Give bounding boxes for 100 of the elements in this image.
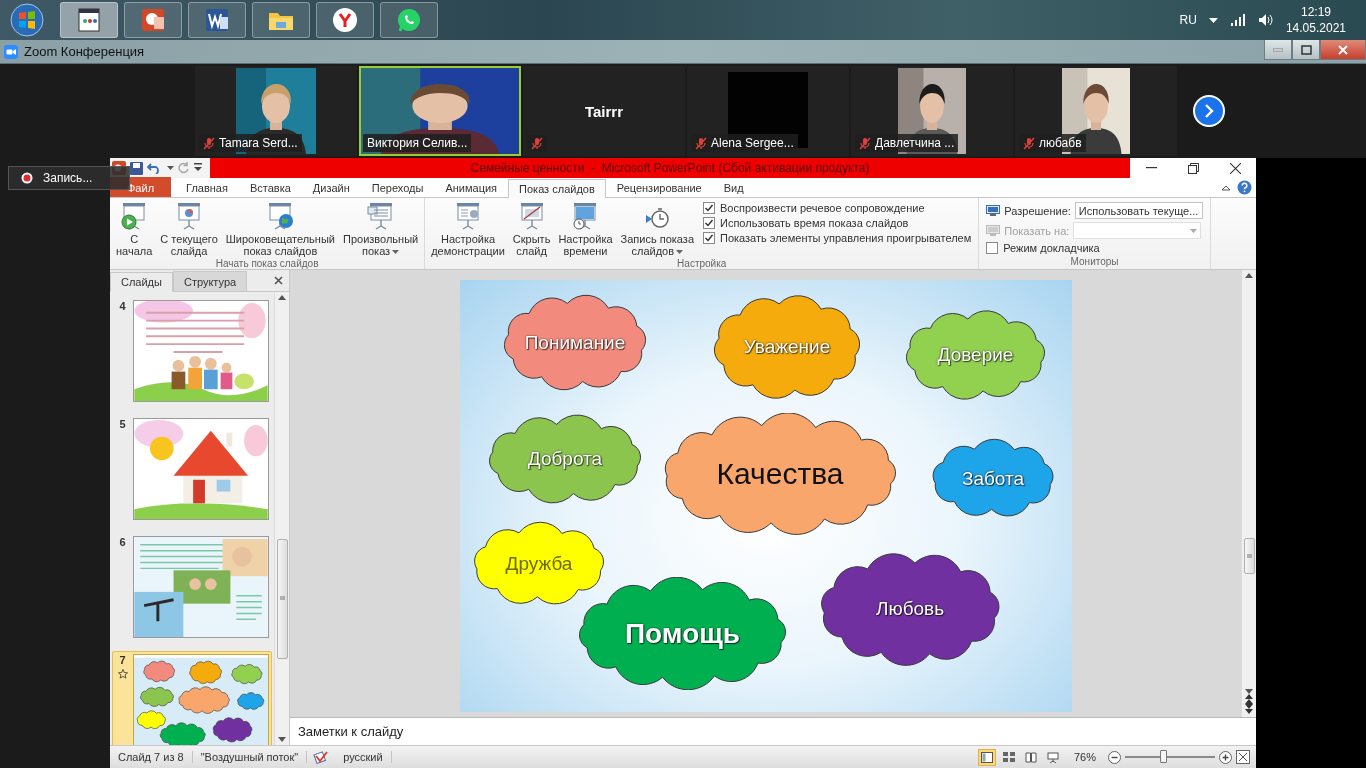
clock-date: 14.05.2021 xyxy=(1285,21,1346,35)
next-slide-icon[interactable] xyxy=(1245,704,1253,714)
caret-icon[interactable] xyxy=(1208,17,1218,23)
ribbon-tab[interactable]: Главная xyxy=(175,178,239,197)
ribbon-tab[interactable]: Анимация xyxy=(434,178,509,197)
view-button[interactable] xyxy=(977,748,996,766)
checkbox-label: Показать элементы управления проигрывателем xyxy=(720,232,972,244)
panel-tab[interactable]: Структура xyxy=(172,271,248,291)
maximize-icon xyxy=(1300,44,1312,55)
ribbon-button[interactable]: С начала xyxy=(113,200,156,258)
participant-name: Alena Sergee... xyxy=(711,136,794,150)
undo-icon[interactable] xyxy=(147,162,161,174)
clock-time: 12:19 xyxy=(1300,5,1331,19)
language-indicator[interactable]: RU xyxy=(1179,13,1197,27)
taskbar-button[interactable] xyxy=(316,2,374,38)
scrollbar-thumb[interactable] xyxy=(1243,538,1255,574)
scroll-up-icon[interactable] xyxy=(278,295,286,300)
signal-icon[interactable] xyxy=(1229,14,1246,26)
checkbox[interactable] xyxy=(986,242,999,254)
monitor-icon xyxy=(986,205,1001,216)
cloud-label: Доверие xyxy=(937,344,1014,366)
chat-app-icon xyxy=(396,7,422,33)
window-title: Семейные ценности - Microsoft PowerPoint (Сбой активации продукта) xyxy=(470,161,870,175)
window-title: Zoom Конференция xyxy=(24,44,145,59)
help-icon[interactable] xyxy=(1237,180,1252,195)
chevron-right-icon xyxy=(1203,104,1215,118)
video-camera-icon xyxy=(4,44,18,59)
scroll-up-icon[interactable] xyxy=(1245,273,1253,278)
muted-microphone-icon xyxy=(531,137,543,150)
participant-tile[interactable]: Tamara Serd... xyxy=(195,66,357,156)
fit-to-window-icon[interactable] xyxy=(1236,750,1250,764)
muted-microphone-icon xyxy=(1023,136,1035,150)
minimize-button[interactable] xyxy=(1264,40,1292,60)
browser-icon xyxy=(332,7,358,33)
checkbox-label: Воспроизвести речевое сопровождение xyxy=(720,202,925,214)
checkbox[interactable] xyxy=(703,217,715,229)
ribbon-button[interactable]: Настройка времени xyxy=(555,200,616,258)
participant-name: Виктория Селив... xyxy=(367,136,468,150)
field-label: Разрешение: xyxy=(1004,204,1071,217)
participant-name: Давлетчина ... xyxy=(875,136,955,150)
cloud-label: Любовь xyxy=(875,598,945,620)
ribbon-button[interactable]: Запись показа слайдов xyxy=(617,200,697,258)
previous-slide-icon[interactable] xyxy=(1245,694,1253,704)
participant-tile[interactable]: Tairrr xyxy=(523,66,685,156)
theme-name: "Воздушный поток" xyxy=(192,751,308,763)
ribbon-tab[interactable]: Переходы xyxy=(360,178,435,197)
ribbon-tab[interactable]: Показ слайдов xyxy=(508,179,606,198)
slide-counter: Слайд 7 из 8 xyxy=(110,751,193,763)
scroll-down-icon[interactable] xyxy=(278,737,286,742)
save-icon[interactable] xyxy=(130,161,143,175)
ribbon-tab[interactable]: Вид xyxy=(712,178,755,197)
cloud-label: Забота xyxy=(961,467,1025,490)
monitor-icon xyxy=(986,225,1001,236)
muted-microphone-icon xyxy=(859,136,871,150)
next-page-button[interactable] xyxy=(1193,95,1225,127)
checkbox[interactable] xyxy=(703,202,715,214)
group-title: Настройка xyxy=(676,258,728,269)
group-title: Начать показ слайдов xyxy=(214,258,320,269)
participant-tile[interactable]: Давлетчина ... xyxy=(851,66,1013,156)
customize-menu-icon[interactable] xyxy=(194,163,202,173)
speaker-icon[interactable] xyxy=(1257,13,1274,27)
slide-thumbnail[interactable]: 7 xyxy=(112,651,272,745)
dropdown-field[interactable]: Использовать текуще... xyxy=(1074,202,1203,219)
ribbon-button[interactable]: Скрыть слайд xyxy=(509,200,554,258)
participant-tile[interactable]: Alena Sergee... xyxy=(687,66,849,156)
participant-name: Tamara Serd... xyxy=(219,136,298,150)
checkbox[interactable] xyxy=(703,232,715,244)
ribbon-button[interactable]: Широковещательный показ слайдов xyxy=(222,200,338,258)
slide-number: 7 xyxy=(119,654,126,666)
active-speaker-tile[interactable]: Виктория Селив... xyxy=(359,66,521,156)
ribbon-button[interactable]: С текущего слайда xyxy=(157,200,221,258)
participant-tile[interactable]: любабв xyxy=(1015,66,1177,156)
ribbon-button[interactable]: Произвольный показ xyxy=(340,200,422,258)
taskbar-button[interactable] xyxy=(124,2,182,38)
ribbon-tab[interactable]: Дизайн xyxy=(301,178,361,197)
taskbar-button[interactable] xyxy=(60,2,118,38)
ribbon-button[interactable]: Настройка демонстрации xyxy=(428,200,508,258)
zoom-level[interactable]: 76% xyxy=(1065,751,1104,763)
minimize-ribbon-icon[interactable] xyxy=(1221,183,1231,192)
group-title: Мониторы xyxy=(1069,256,1120,269)
panel-tab[interactable]: Слайды xyxy=(110,272,173,292)
document-app-icon xyxy=(204,7,230,33)
ribbon-tab[interactable]: Вставка xyxy=(238,178,302,197)
cloud-label: Уважение xyxy=(743,336,831,358)
maximize-button[interactable] xyxy=(1292,40,1320,60)
scrollbar-thumb[interactable] xyxy=(276,538,288,659)
spelling-check-icon[interactable] xyxy=(313,750,330,764)
ribbon-tab[interactable]: Рецензирование xyxy=(605,178,713,197)
caret-icon xyxy=(167,166,174,170)
caret-icon xyxy=(1190,228,1198,233)
field-label: Показать на: xyxy=(1004,224,1070,237)
zoom-in-icon[interactable] xyxy=(1219,750,1232,764)
taskbar-button[interactable] xyxy=(188,2,246,38)
slide-number: 6 xyxy=(119,536,126,548)
cloud-label: Понимание xyxy=(524,331,626,354)
zoom-out-icon[interactable] xyxy=(1108,750,1121,764)
cloud-label: Качества xyxy=(716,457,844,491)
cloud-label: Помощь xyxy=(624,617,741,650)
presentation-app-icon xyxy=(140,7,166,33)
recording-indicator[interactable]: Запись... xyxy=(8,166,130,190)
